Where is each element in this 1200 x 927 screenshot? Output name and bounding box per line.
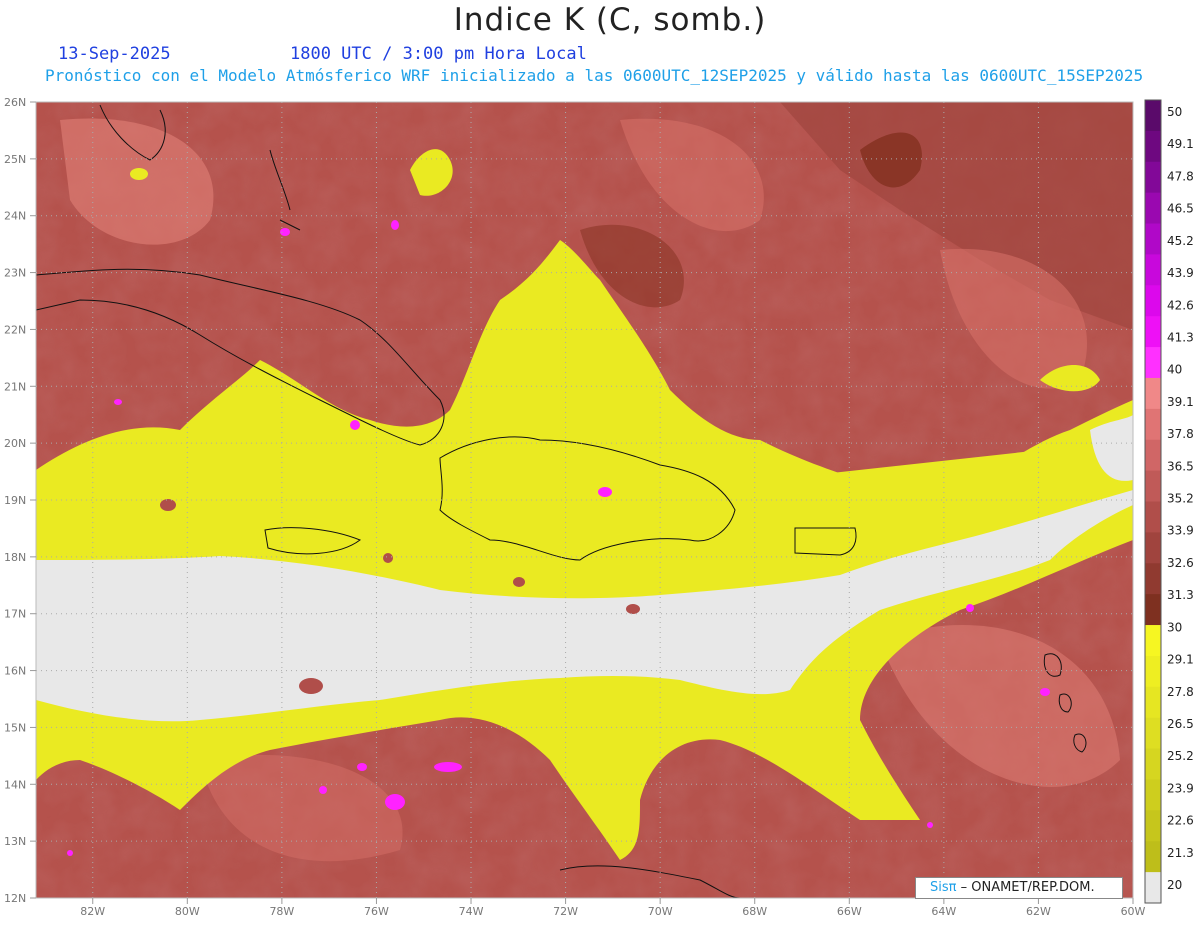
colorbar-label: 23.9 bbox=[1167, 781, 1194, 795]
lat-label: 13N bbox=[4, 835, 26, 848]
lon-label: 66W bbox=[837, 905, 862, 918]
colorbar-segment bbox=[1145, 532, 1161, 564]
colorbar-segment bbox=[1145, 470, 1161, 502]
lon-label: 60W bbox=[1121, 905, 1146, 918]
lat-label: 22N bbox=[4, 323, 26, 336]
lat-label: 20N bbox=[4, 437, 26, 450]
colorbar-label: 46.5 bbox=[1167, 202, 1194, 216]
colorbar-label: 27.8 bbox=[1167, 685, 1194, 699]
colorbar-label: 47.8 bbox=[1167, 169, 1194, 183]
sispi-logo: Sisπ bbox=[930, 880, 957, 895]
lon-label: 64W bbox=[931, 905, 956, 918]
colorbar-label: 35.2 bbox=[1167, 492, 1194, 506]
lat-label: 23N bbox=[4, 267, 26, 280]
colorbar-label: 42.6 bbox=[1167, 298, 1194, 312]
lon-label: 80W bbox=[175, 905, 200, 918]
colorbar-label: 26.5 bbox=[1167, 717, 1194, 731]
colorbar-label: 32.6 bbox=[1167, 556, 1194, 570]
colorbar-label: 21.3 bbox=[1167, 846, 1194, 860]
colorbar-label: 49.1 bbox=[1167, 137, 1194, 151]
lat-label: 17N bbox=[4, 608, 26, 621]
colorbar-label: 39.1 bbox=[1167, 395, 1194, 409]
colorbar-label: 20 bbox=[1167, 878, 1182, 892]
credit-text: – ONAMET/REP.DOM. bbox=[956, 880, 1095, 895]
lat-label: 12N bbox=[4, 892, 26, 905]
lat-label: 24N bbox=[4, 210, 26, 223]
colorbar-segment bbox=[1145, 810, 1161, 842]
colorbar-label: 40 bbox=[1167, 363, 1182, 377]
colorbar-segment bbox=[1145, 316, 1161, 348]
lat-label: 21N bbox=[4, 380, 26, 393]
colorbar-segment bbox=[1145, 223, 1161, 255]
colorbar-segment bbox=[1145, 779, 1161, 811]
colorbar-segment bbox=[1145, 285, 1161, 317]
colorbar-segment bbox=[1145, 872, 1161, 903]
colorbar-label: 22.6 bbox=[1167, 814, 1194, 828]
colorbar-label: 36.5 bbox=[1167, 459, 1194, 473]
colorbar-segment bbox=[1145, 130, 1161, 163]
lat-label: 16N bbox=[4, 665, 26, 678]
colorbar-segment bbox=[1145, 501, 1161, 533]
lat-label: 15N bbox=[4, 721, 26, 734]
colorbar-segment bbox=[1145, 563, 1161, 595]
colorbar-label: 41.3 bbox=[1167, 330, 1194, 344]
lon-label: 72W bbox=[553, 905, 578, 918]
colorbar-segment bbox=[1145, 439, 1161, 472]
map-field bbox=[36, 102, 1133, 898]
lat-label: 19N bbox=[4, 494, 26, 507]
longitude-labels: 82W 80W 78W 76W 74W 72W 70W 68W 66W 64W 62W 60W bbox=[80, 898, 1146, 918]
colorbar-segment bbox=[1145, 625, 1161, 657]
lon-label: 68W bbox=[742, 905, 767, 918]
colorbar-segment bbox=[1145, 594, 1161, 626]
colorbar-segment bbox=[1145, 748, 1161, 780]
colorbar-label: 31.3 bbox=[1167, 588, 1194, 602]
colorbar-label: 45.2 bbox=[1167, 234, 1194, 248]
lon-label: 74W bbox=[459, 905, 484, 918]
lon-label: 76W bbox=[364, 905, 389, 918]
colorbar-segment bbox=[1145, 254, 1161, 286]
colorbar-label: 29.1 bbox=[1167, 653, 1194, 667]
lon-label: 70W bbox=[648, 905, 673, 918]
lat-label: 25N bbox=[4, 153, 26, 166]
colorbar-label: 43.9 bbox=[1167, 266, 1194, 280]
colorbar-label: 37.8 bbox=[1167, 427, 1194, 441]
yellow-spot bbox=[130, 168, 148, 180]
colorbar-segment bbox=[1145, 192, 1161, 225]
lat-label: 18N bbox=[4, 551, 26, 564]
lon-label: 62W bbox=[1026, 905, 1051, 918]
latitude-labels: 26N 25N 24N 23N 22N 21N 20N 19N 18N 17N 16N 15N 14N 1… bbox=[4, 96, 36, 905]
lat-label: 26N bbox=[4, 96, 26, 109]
colorbar-segment bbox=[1145, 347, 1161, 379]
colorbar: 50 49.1 47.8 46.5 45.2 43.9 42.6 41.3 40 39.1 37.8… bbox=[1144, 99, 1194, 904]
lon-label: 82W bbox=[80, 905, 105, 918]
colorbar-segment bbox=[1145, 686, 1161, 719]
colorbar-segment bbox=[1145, 717, 1161, 750]
colorbar-segment bbox=[1145, 377, 1161, 410]
lat-label: 14N bbox=[4, 778, 26, 791]
colorbar-segment bbox=[1145, 161, 1161, 194]
colorbar-label: 30 bbox=[1167, 620, 1182, 634]
colorbar-label: 33.9 bbox=[1167, 524, 1194, 538]
map-figure: 26N 25N 24N 23N 22N 21N 20N 19N 18N 17N 16N 15N 14N 1… bbox=[4, 96, 1194, 918]
colorbar-segment bbox=[1145, 655, 1161, 688]
credit-box: Sisπ – ONAMET/REP.DOM. bbox=[915, 877, 1123, 899]
colorbar-label: 25.2 bbox=[1167, 749, 1194, 763]
colorbar-segment bbox=[1145, 841, 1161, 873]
colorbar-label: 50 bbox=[1167, 105, 1182, 119]
colorbar-segment bbox=[1145, 100, 1161, 132]
colorbar-segment bbox=[1145, 408, 1161, 441]
lon-label: 78W bbox=[269, 905, 294, 918]
